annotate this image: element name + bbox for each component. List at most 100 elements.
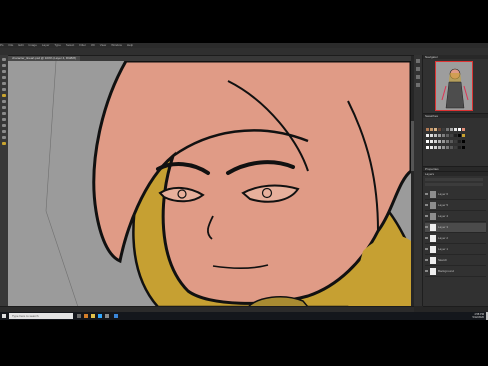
color-swatch[interactable]: [434, 134, 437, 137]
color-swatch[interactable]: [438, 134, 441, 137]
color-swatch[interactable]: [458, 134, 461, 137]
color-swatch[interactable]: [450, 134, 453, 137]
adjustments-icon[interactable]: [416, 67, 420, 71]
visibility-eye-icon[interactable]: [425, 204, 428, 206]
menu-item[interactable]: Image: [29, 43, 37, 47]
visibility-eye-icon[interactable]: [425, 259, 428, 261]
visibility-eye-icon[interactable]: [425, 237, 428, 239]
color-swatch[interactable]: [430, 134, 433, 137]
color-swatch[interactable]: [434, 128, 437, 131]
menu-item[interactable]: Edit: [18, 43, 23, 47]
visibility-eye-icon[interactable]: [425, 193, 428, 195]
menu-item[interactable]: Filter: [79, 43, 86, 47]
firefox-icon[interactable]: [84, 314, 88, 318]
color-swatch[interactable]: [430, 140, 433, 143]
color-swatch[interactable]: [446, 146, 449, 149]
app-taskbar-icon-2[interactable]: [114, 314, 118, 318]
color-swatch[interactable]: [442, 140, 445, 143]
photoshop-taskbar-icon[interactable]: [98, 314, 102, 318]
type-tool-icon[interactable]: [2, 124, 6, 127]
color-swatch[interactable]: [434, 146, 437, 149]
menu-item[interactable]: View: [100, 43, 106, 47]
layer-filter-bar[interactable]: [425, 178, 483, 181]
color-swatch[interactable]: [426, 134, 429, 137]
healing-tool-icon[interactable]: [2, 88, 6, 91]
visibility-eye-icon[interactable]: [425, 248, 428, 250]
color-swatch[interactable]: [430, 146, 433, 149]
color-swatch[interactable]: [438, 128, 441, 131]
color-swatch[interactable]: [438, 140, 441, 143]
app-taskbar-icon[interactable]: [105, 314, 109, 318]
gradient-tool-icon[interactable]: [2, 112, 6, 115]
artwork-canvas[interactable]: [8, 61, 411, 307]
brush-settings-icon[interactable]: [416, 75, 420, 79]
color-swatch[interactable]: [454, 134, 457, 137]
windows-start-icon[interactable]: [2, 314, 6, 318]
visibility-eye-icon[interactable]: [425, 270, 428, 272]
layer-row[interactable]: Layer 1: [425, 245, 486, 255]
navigator-thumbnail[interactable]: [435, 61, 473, 111]
foreground-color-icon[interactable]: [2, 142, 6, 145]
clone-tool-icon[interactable]: [2, 100, 6, 103]
character-icon[interactable]: [416, 83, 420, 87]
crop-tool-icon[interactable]: [2, 76, 6, 79]
taskbar-clock[interactable]: 4:58 PM 5/12/2020: [472, 313, 484, 319]
layer-row[interactable]: Layer 6: [425, 190, 486, 200]
file-explorer-icon[interactable]: [91, 314, 95, 318]
menu-item[interactable]: Type: [54, 43, 61, 47]
lasso-tool-icon[interactable]: [2, 70, 6, 73]
layer-row[interactable]: Layer 3: [425, 223, 486, 233]
color-swatch[interactable]: [462, 146, 465, 149]
color-swatch[interactable]: [458, 146, 461, 149]
color-swatch[interactable]: [442, 134, 445, 137]
color-swatch[interactable]: [462, 134, 465, 137]
blend-mode-bar[interactable]: [425, 183, 483, 186]
color-swatch[interactable]: [450, 140, 453, 143]
eyedropper-tool-icon[interactable]: [2, 82, 6, 85]
layer-row[interactable]: Layer 2: [425, 234, 486, 244]
navigator-title[interactable]: Navigator: [423, 55, 488, 59]
brush-tool-icon[interactable]: [2, 94, 6, 97]
layer-row[interactable]: Layer 5: [425, 201, 486, 211]
color-swatch[interactable]: [446, 128, 449, 131]
eraser-tool-icon[interactable]: [2, 106, 6, 109]
task-view-icon[interactable]: [77, 314, 81, 318]
layer-row[interactable]: Layer 4: [425, 212, 486, 222]
menu-item[interactable]: Window: [111, 43, 122, 47]
move-tool-icon[interactable]: [2, 58, 6, 61]
taskbar-search-input[interactable]: Type here to search: [9, 313, 73, 319]
color-swatch[interactable]: [458, 128, 461, 131]
color-swatch[interactable]: [442, 128, 445, 131]
properties-title[interactable]: Properties: [423, 167, 488, 171]
color-swatch[interactable]: [462, 140, 465, 143]
color-swatch[interactable]: [462, 128, 465, 131]
visibility-eye-icon[interactable]: [425, 226, 428, 228]
pen-tool-icon[interactable]: [2, 118, 6, 121]
menu-item[interactable]: 3D: [91, 43, 95, 47]
visibility-eye-icon[interactable]: [425, 215, 428, 217]
menu-item[interactable]: Ps: [0, 43, 4, 47]
color-swatch[interactable]: [426, 128, 429, 131]
layer-row[interactable]: Sketch: [425, 256, 486, 266]
color-swatch[interactable]: [450, 146, 453, 149]
color-swatch[interactable]: [450, 128, 453, 131]
history-icon[interactable]: [416, 59, 420, 63]
swatches-title[interactable]: Swatches: [423, 114, 488, 118]
hand-tool-icon[interactable]: [2, 130, 6, 133]
color-swatch[interactable]: [434, 140, 437, 143]
color-swatch[interactable]: [430, 128, 433, 131]
color-swatch[interactable]: [426, 146, 429, 149]
color-swatch[interactable]: [442, 146, 445, 149]
color-swatch[interactable]: [454, 146, 457, 149]
color-swatch[interactable]: [438, 146, 441, 149]
color-swatch[interactable]: [458, 140, 461, 143]
menu-item[interactable]: Layer: [42, 43, 50, 47]
color-swatch[interactable]: [426, 140, 429, 143]
color-swatch[interactable]: [454, 128, 457, 131]
color-swatch[interactable]: [454, 140, 457, 143]
layer-row[interactable]: Background: [425, 267, 486, 277]
layers-title[interactable]: Layers: [423, 172, 488, 176]
zoom-tool-icon[interactable]: [2, 136, 6, 139]
color-swatch[interactable]: [446, 134, 449, 137]
marquee-tool-icon[interactable]: [2, 64, 6, 67]
